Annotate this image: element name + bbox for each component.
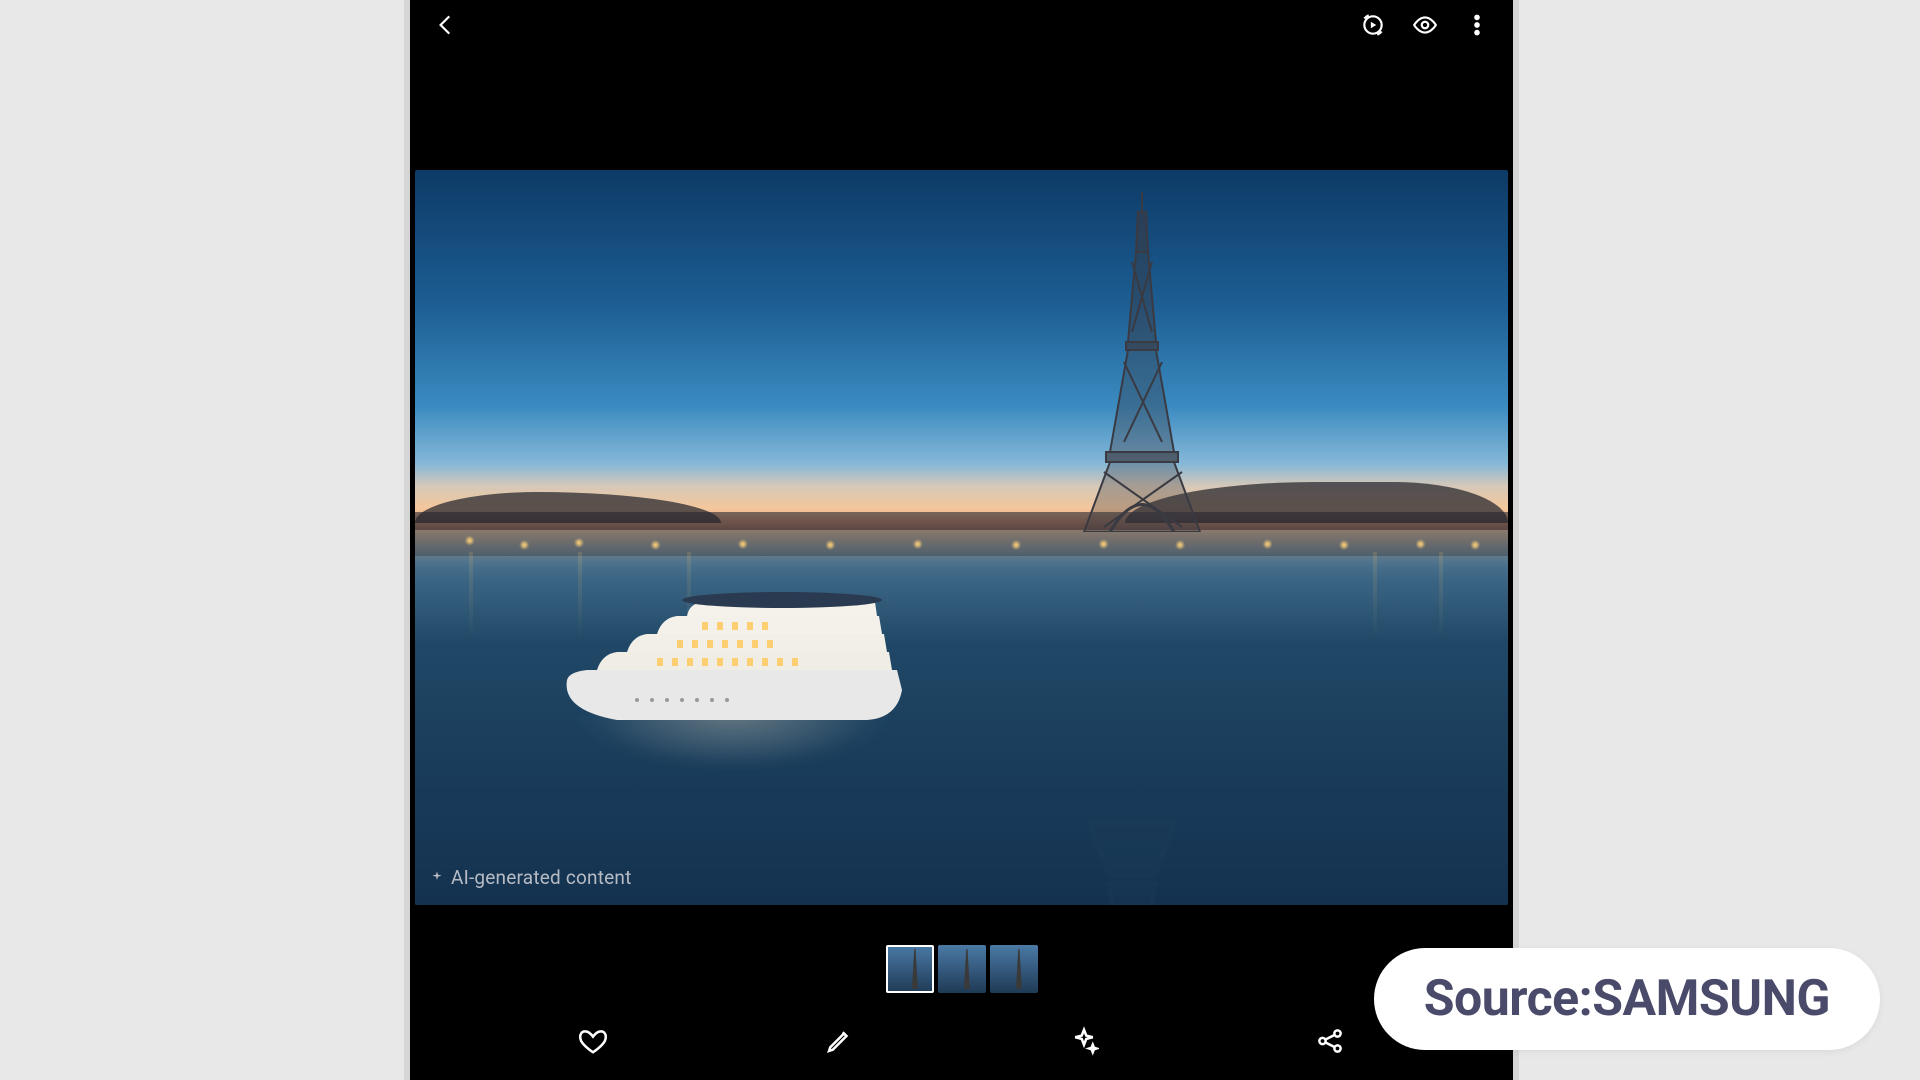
eye-icon — [1412, 12, 1438, 38]
share-button[interactable] — [1308, 1019, 1352, 1063]
remaster-icon — [1360, 12, 1386, 38]
remaster-button[interactable] — [1351, 3, 1395, 47]
back-button[interactable] — [424, 3, 468, 47]
visibility-button[interactable] — [1403, 3, 1447, 47]
bottom-toolbar — [410, 1002, 1513, 1080]
thumbnail[interactable] — [886, 945, 934, 993]
heart-icon — [578, 1026, 608, 1056]
top-toolbar — [410, 0, 1513, 50]
ai-tools-button[interactable] — [1062, 1019, 1106, 1063]
pencil-icon — [824, 1026, 854, 1056]
edit-button[interactable] — [817, 1019, 861, 1063]
eiffel-tower-icon — [1082, 192, 1202, 532]
chevron-left-icon — [433, 12, 459, 38]
favorite-button[interactable] — [571, 1019, 615, 1063]
more-button[interactable] — [1455, 3, 1499, 47]
eiffel-tower-reflection — [1087, 815, 1177, 905]
thumbnail[interactable] — [990, 945, 1038, 993]
main-image[interactable]: AI-generated content — [415, 170, 1508, 905]
ai-watermark: AI-generated content — [429, 866, 632, 889]
sparkle-icon — [429, 870, 445, 886]
more-vertical-icon — [1464, 12, 1490, 38]
share-icon — [1315, 1026, 1345, 1056]
sparkles-icon — [1069, 1026, 1099, 1056]
source-badge: Source:SAMSUNG — [1374, 948, 1880, 1050]
ship-icon — [557, 560, 907, 740]
thumbnail-strip — [410, 945, 1513, 993]
ai-watermark-label: AI-generated content — [451, 866, 632, 889]
phone-frame: AI-generated content — [404, 0, 1519, 1080]
thumbnail[interactable] — [938, 945, 986, 993]
